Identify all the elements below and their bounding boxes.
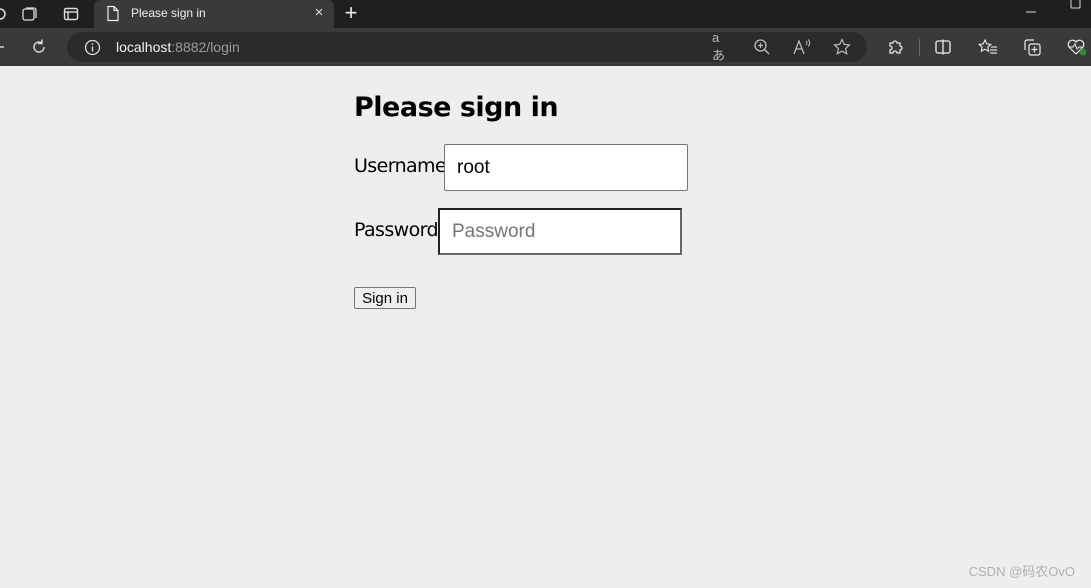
read-aloud-translate-icon[interactable]: aあ (712, 30, 732, 63)
browser-essentials-icon[interactable] (1066, 37, 1086, 57)
workspaces-icon[interactable] (19, 4, 39, 24)
browser-toolbar: localhost:8882/login aあ (0, 28, 1091, 66)
new-tab-button[interactable]: + (340, 2, 362, 24)
maximize-icon[interactable] (1070, 0, 1082, 15)
url-text[interactable]: localhost:8882/login (116, 39, 240, 55)
watermark: CSDN @码农OvO (968, 564, 1075, 579)
toolbar-divider (919, 39, 920, 56)
close-tab-icon[interactable]: × (310, 4, 328, 22)
username-input[interactable] (444, 144, 688, 191)
split-screen-icon[interactable] (933, 37, 953, 57)
document-icon (106, 5, 120, 27)
refresh-icon[interactable] (29, 37, 49, 57)
browser-tab-strip: Please sign in × + (0, 0, 1091, 28)
password-label: Password (354, 219, 439, 241)
read-aloud-icon[interactable] (792, 37, 812, 57)
favorites-icon[interactable] (978, 37, 998, 57)
back-icon[interactable] (0, 37, 8, 57)
site-info-icon[interactable] (84, 39, 101, 61)
collections-icon[interactable] (1022, 37, 1042, 57)
password-input[interactable] (438, 208, 682, 255)
favorite-star-icon[interactable] (832, 37, 852, 57)
minimize-icon[interactable] (1025, 2, 1037, 20)
profile-icon[interactable] (0, 4, 10, 24)
zoom-icon[interactable] (752, 37, 772, 57)
page-title: Please sign in (354, 92, 559, 123)
address-bar[interactable]: localhost:8882/login (67, 32, 867, 62)
tab-title: Please sign in (131, 6, 206, 20)
vertical-tabs-icon[interactable] (61, 4, 81, 24)
active-tab[interactable]: Please sign in × (94, 0, 334, 28)
username-label: Username (354, 155, 447, 177)
sign-in-button[interactable]: Sign in (354, 287, 416, 309)
extensions-icon[interactable] (885, 37, 905, 57)
